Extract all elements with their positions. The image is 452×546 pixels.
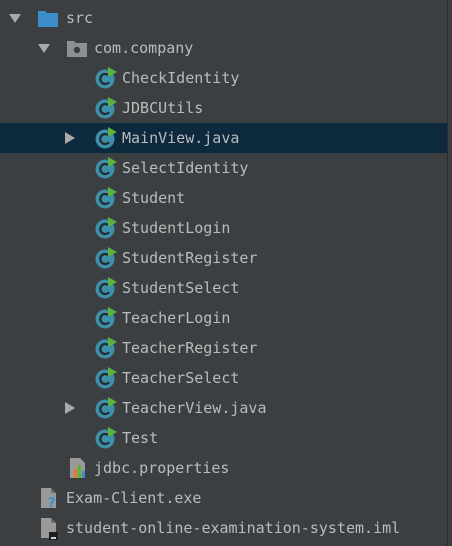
expand-arrow-down-icon[interactable] (38, 44, 50, 53)
tree-node-label: TeacherLogin (122, 309, 231, 327)
java-class-icon (95, 277, 117, 299)
tree-node-label: StudentLogin (122, 219, 231, 237)
java-class-icon (95, 217, 117, 239)
tree-node-label: CheckIdentity (122, 69, 240, 87)
tree-node-properties-file[interactable]: jdbc.properties (0, 453, 448, 483)
tree-node-package[interactable]: com.company (0, 33, 448, 63)
tree-node-label: TeacherView.java (122, 399, 267, 417)
tree-node-label: jdbc.properties (94, 459, 230, 477)
tree-node-class[interactable]: CheckIdentity (0, 63, 448, 93)
tree-node-class[interactable]: TeacherSelect (0, 363, 448, 393)
package-icon (67, 41, 87, 57)
tree-node-class[interactable]: StudentSelect (0, 273, 448, 303)
tree-node-label: JDBCUtils (122, 99, 204, 117)
java-class-icon (95, 307, 117, 329)
tree-node-label: StudentSelect (122, 279, 240, 297)
expand-arrow-down-icon[interactable] (9, 14, 21, 23)
tree-node-class[interactable]: StudentRegister (0, 243, 448, 273)
java-class-icon (95, 427, 117, 449)
tree-node-class[interactable]: MainView.java (0, 123, 448, 153)
expand-arrow-right-icon[interactable] (65, 402, 75, 414)
expand-arrow-right-icon[interactable] (65, 132, 75, 144)
unknown-file-icon: ? (41, 488, 56, 509)
module-file-icon (41, 518, 58, 540)
java-class-icon (95, 247, 117, 269)
tree-node-label: student-online-examination-system.iml (66, 519, 401, 537)
tree-node-class[interactable]: Student (0, 183, 448, 213)
tree-node-class[interactable]: TeacherLogin (0, 303, 448, 333)
tree-node-label: Exam-Client.exe (66, 489, 202, 507)
tree-node-label: SelectIdentity (122, 159, 249, 177)
properties-file-icon (70, 458, 85, 478)
java-class-icon (95, 187, 117, 209)
java-class-icon (95, 337, 117, 359)
tree-node-label: Test (122, 429, 159, 447)
tree-node-class[interactable]: JDBCUtils (0, 93, 448, 123)
tree-node-exe-file[interactable]: ? Exam-Client.exe (0, 483, 448, 513)
tree-node-label: StudentRegister (122, 249, 258, 267)
tree-node-label: TeacherSelect (122, 369, 240, 387)
tree-node-label: Student (122, 189, 186, 207)
tree-node-label: src (66, 9, 94, 27)
tree-node-src[interactable]: src (0, 3, 448, 33)
tree-node-class[interactable]: Test (0, 423, 448, 453)
panel-right-edge (447, 0, 452, 546)
java-class-icon (95, 157, 117, 179)
tree-node-class[interactable]: SelectIdentity (0, 153, 448, 183)
java-class-icon (95, 367, 117, 389)
java-class-icon (95, 67, 117, 89)
tree-node-label: MainView.java (122, 129, 240, 147)
tree-node-iml-file[interactable]: student-online-examination-system.iml (0, 513, 448, 543)
tree-node-class[interactable]: TeacherRegister (0, 333, 448, 363)
tree-node-label: com.company (94, 39, 194, 57)
tree-node-class[interactable]: StudentLogin (0, 213, 448, 243)
tree-node-class[interactable]: TeacherView.java (0, 393, 448, 423)
java-class-icon (95, 397, 117, 419)
java-class-icon (95, 127, 117, 149)
tree-node-label: TeacherRegister (122, 339, 258, 357)
svg-text:?: ? (48, 496, 56, 509)
folder-icon (38, 11, 58, 27)
project-tree: src com.company CheckIdentity JDBCUtils Ma… (0, 0, 452, 546)
java-class-icon (95, 97, 117, 119)
